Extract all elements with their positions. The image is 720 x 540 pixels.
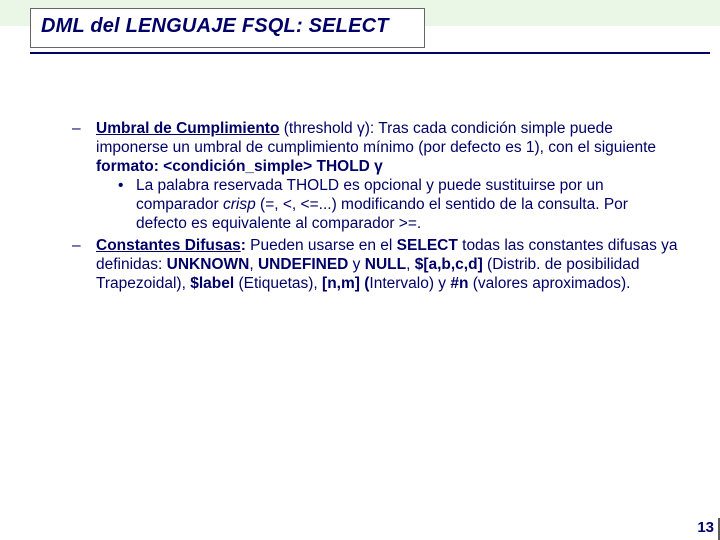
text-run: (valores aproximados). [468,275,630,292]
dot-bullet: • [118,177,123,196]
kw-unknown: UNKNOWN [167,256,250,273]
dash-bullet: – [72,120,81,139]
term-constantes: Constantes Difusas [96,237,241,254]
kw-undefined: UNDEFINED [258,256,348,273]
colon: : [241,237,250,254]
text-run: (Etiquetas), [234,275,322,292]
sep: , [249,256,258,273]
format-line: formato: <condición_simple> THOLD γ [96,158,383,175]
kw-label: $label [190,275,234,292]
dash-bullet: – [72,237,81,256]
after-term: (threshold γ): [279,120,378,137]
list-item: – Umbral de Cumplimiento (threshold γ): … [72,120,682,233]
kw-interval: [n,m] ( [322,275,369,292]
title-box: DML del LENGUAJE FSQL: SELECT [30,8,425,48]
title-underline [30,52,710,54]
list-item: – Constantes Difusas: Pueden usarse en e… [72,237,682,294]
page-number: 13 [697,519,714,536]
kw-hash-n: #n [450,275,468,292]
italic-crisp: crisp [223,196,256,213]
kw-null: NULL [365,256,406,273]
sep: y [348,256,364,273]
sub-item: • La palabra reservada THOLD es opcional… [96,177,682,234]
text-run: Intervalo) y [369,275,450,292]
kw-select: SELECT [397,237,458,254]
sep: , [406,256,415,273]
slide-body: – Umbral de Cumplimiento (threshold γ): … [72,120,682,298]
term-umbral: Umbral de Cumplimiento [96,120,279,137]
slide-title: DML del LENGUAJE FSQL: SELECT [41,15,389,37]
text-run: Pueden usarse en el [250,237,397,254]
kw-trapezoid: $[a,b,c,d] [415,256,483,273]
